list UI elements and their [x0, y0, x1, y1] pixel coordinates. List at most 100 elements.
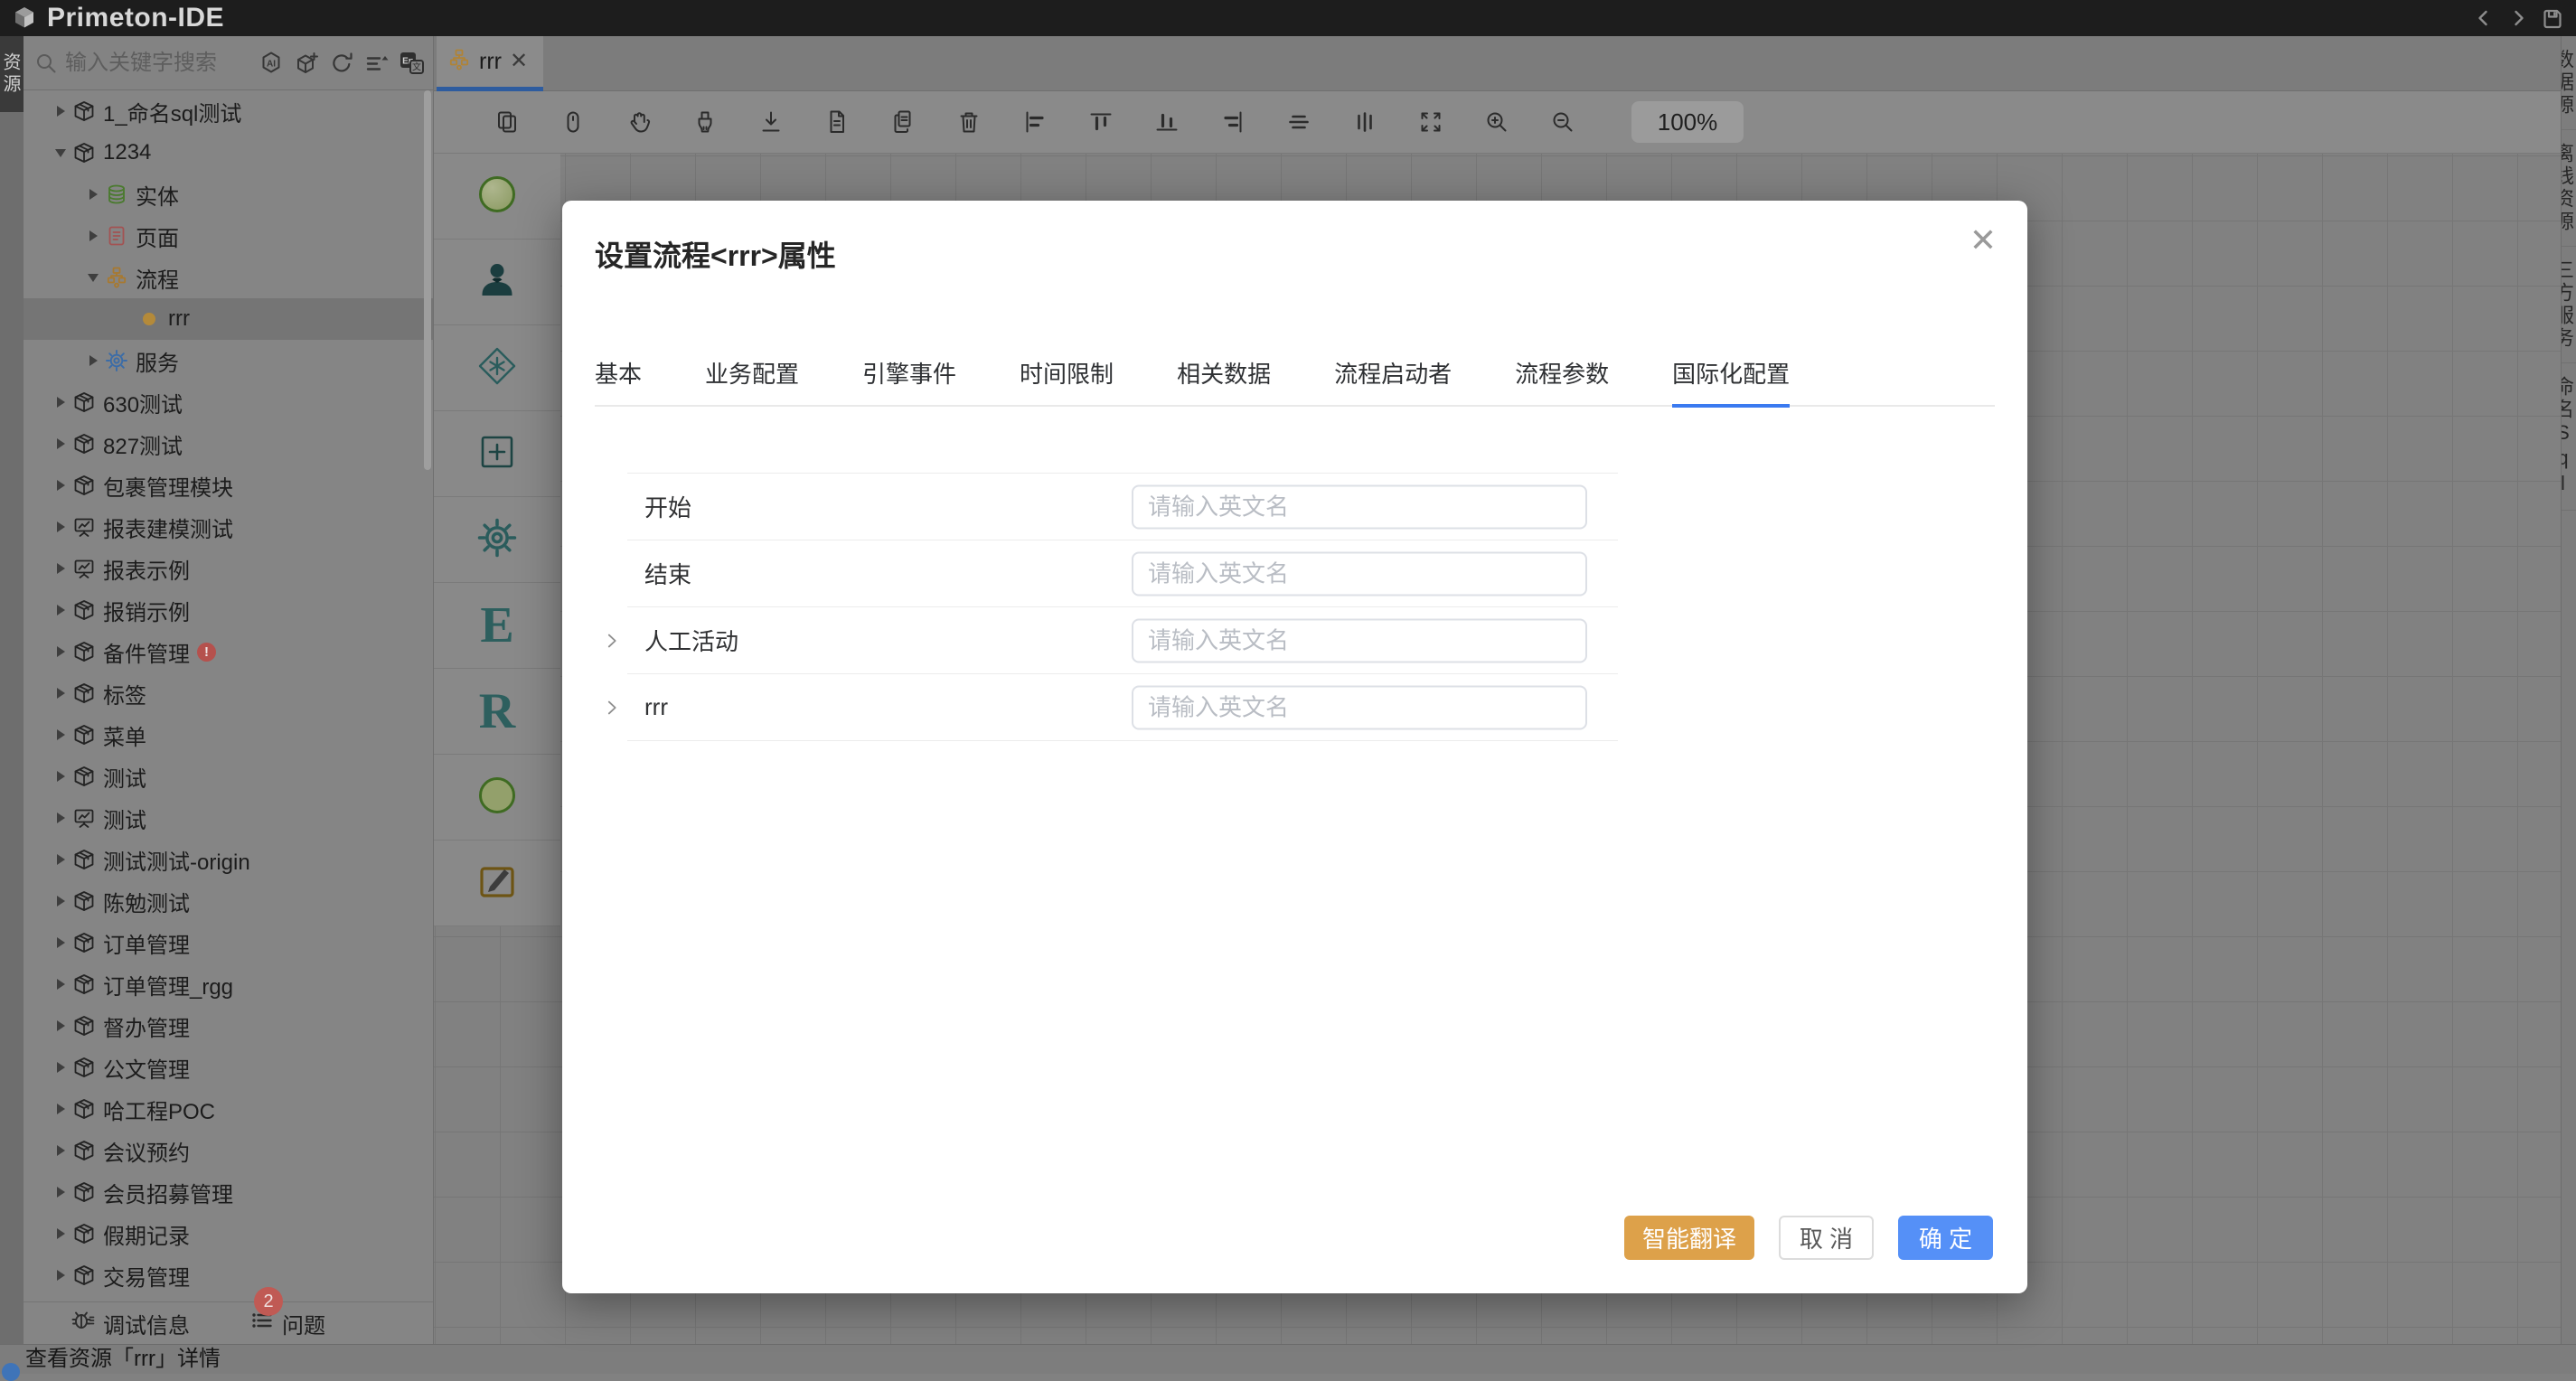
chevron-right-icon[interactable]	[2505, 5, 2531, 31]
dialog-tab[interactable]: 相关数据	[1177, 356, 1271, 408]
tree-item[interactable]: 报表建模测试	[24, 506, 433, 548]
arrow-right-icon[interactable]	[51, 771, 71, 782]
cube-plus-icon[interactable]	[293, 50, 320, 77]
arrow-right-icon[interactable]	[51, 1187, 71, 1198]
trash-icon[interactable]	[955, 108, 982, 136]
palette-item-letter-E[interactable]: E	[434, 583, 560, 669]
tree-item[interactable]: 哈工程POC	[24, 1088, 433, 1130]
arrow-right-icon[interactable]	[51, 937, 71, 948]
clone-icon[interactable]	[494, 108, 521, 136]
mouse-icon[interactable]	[559, 108, 587, 136]
arrow-right-icon[interactable]	[51, 1270, 71, 1281]
palette-item-start-circle[interactable]	[434, 154, 560, 240]
chevron-left-icon[interactable]	[2471, 5, 2496, 31]
arrow-right-icon[interactable]	[51, 729, 71, 740]
tree-item[interactable]: 1_命名sql测试	[24, 90, 433, 132]
dialog-tab-active[interactable]: 国际化配置	[1672, 356, 1790, 408]
dock-tab-item[interactable]: 离线资源	[2562, 130, 2576, 247]
fit-screen-icon[interactable]	[1417, 108, 1444, 136]
arrow-right-icon[interactable]	[51, 605, 71, 615]
align-center-icon[interactable]	[1285, 108, 1312, 136]
english-name-input[interactable]	[1132, 685, 1587, 729]
dialog-tab[interactable]: 引擎事件	[862, 356, 956, 408]
tab-close-icon[interactable]: ✕	[510, 51, 528, 72]
tree-item[interactable]: 交易管理	[24, 1254, 433, 1296]
dialog-tab[interactable]: 流程启动者	[1334, 356, 1452, 408]
arrow-right-icon[interactable]	[51, 1228, 71, 1239]
arrow-right-icon[interactable]	[83, 189, 103, 200]
tree-item[interactable]: 假期记录	[24, 1213, 433, 1254]
cancel-button[interactable]: 取 消	[1779, 1216, 1874, 1260]
sidebar-scrollbar[interactable]	[424, 90, 431, 470]
arrow-right-icon[interactable]	[51, 1062, 71, 1073]
smart-translate-button[interactable]: 智能翻译	[1624, 1216, 1754, 1260]
english-name-input[interactable]	[1132, 551, 1587, 596]
arrow-right-icon[interactable]	[51, 979, 71, 990]
arrow-right-icon[interactable]	[51, 1145, 71, 1156]
palette-item-note[interactable]	[434, 841, 560, 926]
brush-icon[interactable]	[691, 108, 719, 136]
copy-icon[interactable]	[889, 108, 917, 136]
tree-item[interactable]: 页面	[24, 215, 433, 257]
tree-item[interactable]: 630测试	[24, 381, 433, 423]
arrow-right-icon[interactable]	[51, 896, 71, 907]
dialog-tab[interactable]: 时间限制	[1020, 356, 1114, 408]
dialog-close-icon[interactable]: ✕	[1970, 224, 1997, 257]
arrow-right-icon[interactable]	[51, 688, 71, 699]
tree-item[interactable]: 测试	[24, 756, 433, 797]
arrow-right-icon[interactable]	[51, 1020, 71, 1031]
arrow-right-icon[interactable]	[51, 563, 71, 574]
palette-item-person[interactable]	[434, 240, 560, 325]
arrow-right-icon[interactable]	[51, 397, 71, 408]
ok-button[interactable]: 确 定	[1898, 1216, 1993, 1260]
dock-tab-item[interactable]: 数据源	[2562, 36, 2576, 130]
tree-item[interactable]: 827测试	[24, 423, 433, 465]
align-top-icon[interactable]	[1087, 108, 1114, 136]
arrow-right-icon[interactable]	[51, 646, 71, 657]
palette-item-end-circle[interactable]	[434, 755, 560, 841]
tree-item[interactable]: 订单管理	[24, 922, 433, 963]
arrow-down-icon[interactable]	[83, 274, 103, 282]
tree-item[interactable]: 报销示例	[24, 589, 433, 631]
dialog-tab[interactable]: 流程参数	[1515, 356, 1609, 408]
ai-assist-icon[interactable]: AI	[258, 50, 285, 77]
editor-tab-rrr[interactable]: rrr ✕	[437, 36, 543, 91]
debug-info-button[interactable]: 调试信息	[71, 1308, 190, 1339]
tree-item[interactable]: 督办管理	[24, 1005, 433, 1047]
expand-chevron-icon[interactable]	[602, 631, 622, 651]
tree-item[interactable]: 报表示例	[24, 548, 433, 589]
tree-item[interactable]: 订单管理_rgg	[24, 963, 433, 1005]
tree-item[interactable]: 1234	[24, 132, 433, 174]
distribute-vertical-icon[interactable]	[1351, 108, 1378, 136]
palette-item-gateway[interactable]	[434, 325, 560, 411]
tree-item[interactable]: 流程	[24, 257, 433, 298]
zoom-level-box[interactable]: 100%	[1631, 101, 1744, 143]
arrow-right-icon[interactable]	[51, 1104, 71, 1114]
arrow-right-icon[interactable]	[51, 854, 71, 865]
palette-item-subprocess[interactable]	[434, 411, 560, 497]
arrow-right-icon[interactable]	[51, 521, 71, 532]
expand-chevron-icon[interactable]	[602, 698, 622, 718]
arrow-down-icon[interactable]	[51, 149, 71, 157]
tree-item[interactable]: 菜单	[24, 714, 433, 756]
tree-item[interactable]: 测试	[24, 797, 433, 839]
english-name-input[interactable]	[1132, 618, 1587, 662]
arrow-right-icon[interactable]	[83, 230, 103, 241]
palette-item-letter-R[interactable]: R	[434, 669, 560, 755]
tree-item[interactable]: 实体	[24, 174, 433, 215]
translate-icon[interactable]: En文	[399, 50, 426, 77]
tree-item[interactable]: 会员招募管理	[24, 1171, 433, 1213]
tree-item[interactable]: 备件管理!	[24, 631, 433, 672]
dock-tab-resources[interactable]: 资源	[0, 36, 24, 112]
refresh-icon[interactable]	[328, 50, 355, 77]
tree-item[interactable]: 包裹管理模块	[24, 465, 433, 506]
dialog-tab[interactable]: 基本	[595, 356, 642, 408]
tree-item[interactable]: 服务	[24, 340, 433, 381]
download-icon[interactable]	[757, 108, 785, 136]
zoom-out-icon[interactable]	[1549, 108, 1576, 136]
tree-item[interactable]: rrr	[24, 298, 433, 340]
file-icon[interactable]	[823, 108, 851, 136]
arrow-right-icon[interactable]	[83, 355, 103, 366]
palette-item-gear-node[interactable]	[434, 497, 560, 583]
align-left-icon[interactable]	[1021, 108, 1048, 136]
